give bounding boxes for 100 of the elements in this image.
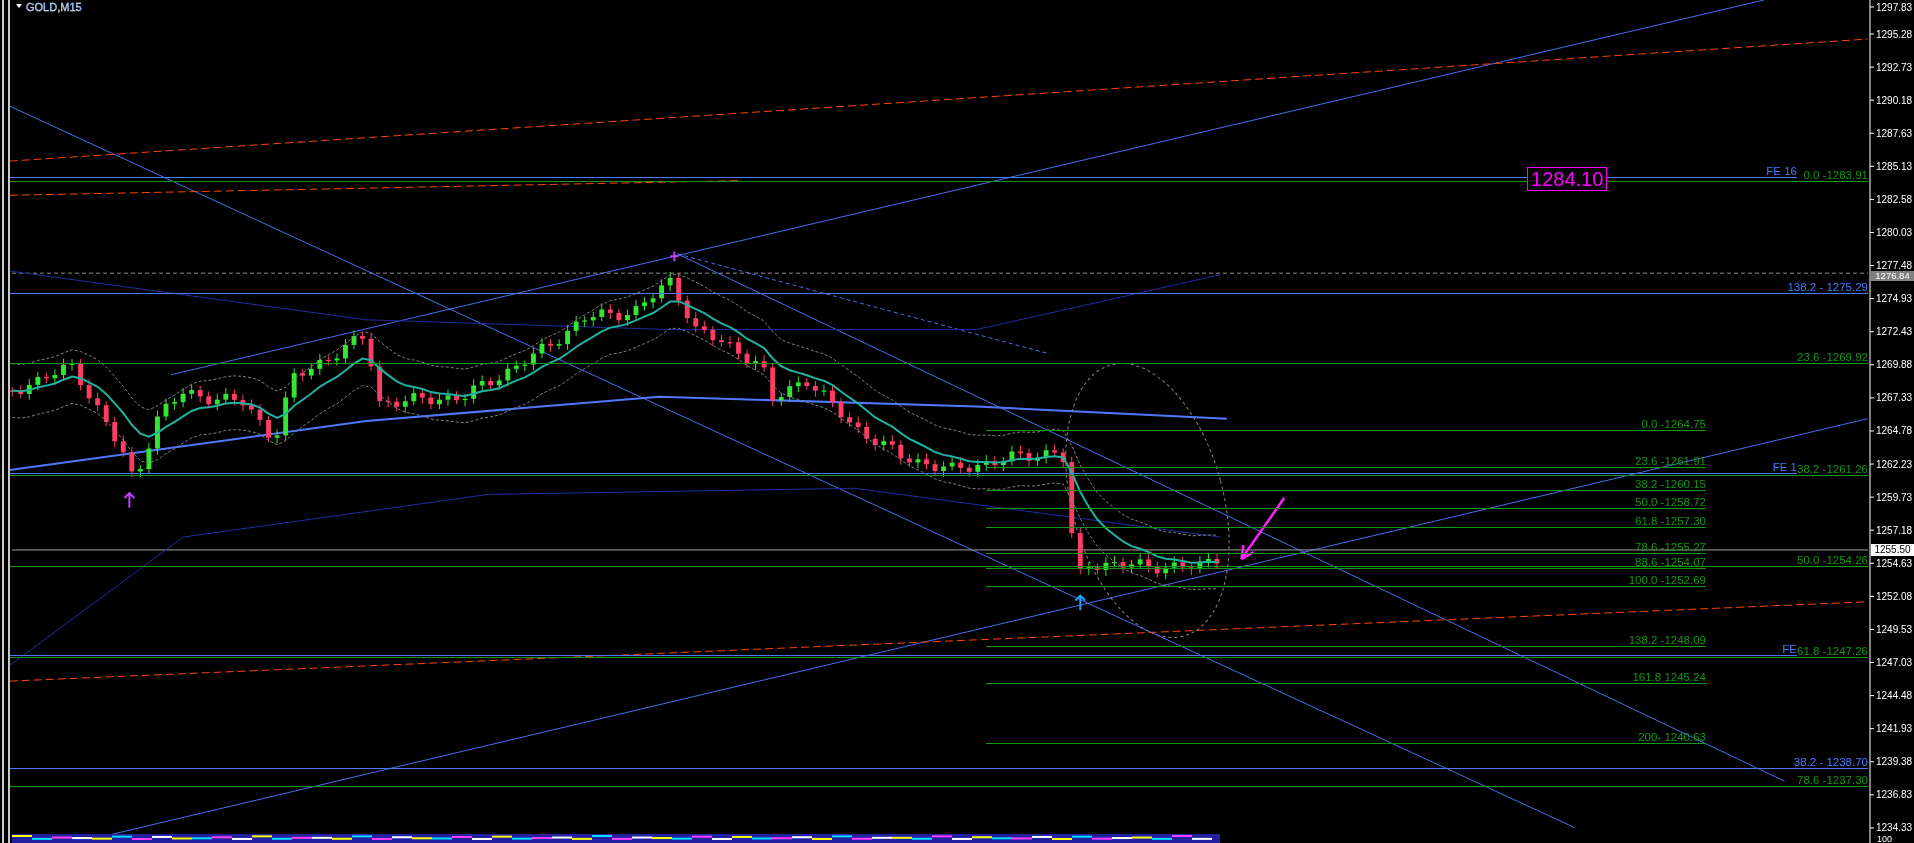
up-arrow-icon bbox=[1074, 594, 1087, 612]
level-label: 0.0 -1264.75 bbox=[1641, 418, 1706, 430]
candlestick bbox=[95, 392, 101, 412]
candlestick bbox=[872, 434, 878, 452]
candlestick bbox=[223, 387, 229, 405]
candlestick bbox=[488, 376, 494, 392]
candlestick bbox=[941, 460, 946, 478]
level-label: 61.8 -1247.26 bbox=[1797, 645, 1868, 657]
arrow-annotation bbox=[1240, 496, 1286, 561]
candlestick bbox=[770, 362, 776, 407]
candlestick bbox=[642, 296, 647, 312]
candlestick bbox=[249, 398, 254, 415]
candlestick bbox=[103, 400, 109, 427]
candlestick bbox=[9, 386, 15, 398]
candlestick bbox=[454, 390, 459, 405]
price-axis-label: 1241.93 bbox=[1876, 723, 1913, 735]
candlestick bbox=[274, 429, 280, 444]
candlestick bbox=[1171, 555, 1177, 574]
candlestick bbox=[1094, 563, 1100, 575]
price-axis-label: 1285.13 bbox=[1876, 160, 1913, 172]
cross-marker-icon bbox=[669, 250, 680, 263]
candlestick bbox=[496, 374, 502, 391]
candlestick bbox=[334, 352, 340, 367]
candlestick bbox=[180, 387, 186, 408]
candlestick bbox=[531, 347, 536, 371]
price-axis-label: 1236.83 bbox=[1876, 789, 1913, 801]
candlestick bbox=[35, 371, 41, 391]
level-label: 138.2 - 1275.29 bbox=[1787, 281, 1868, 293]
candlestick bbox=[744, 349, 750, 369]
candlestick bbox=[69, 358, 75, 372]
candlestick bbox=[300, 368, 306, 383]
candlestick bbox=[206, 391, 212, 409]
price-axis-label: 1264.78 bbox=[1876, 425, 1913, 437]
candlestick bbox=[437, 393, 442, 410]
marker-price-label: 1276.84 bbox=[1871, 271, 1914, 282]
candlestick bbox=[1197, 555, 1203, 574]
candlestick bbox=[257, 403, 263, 427]
candlestick bbox=[1112, 555, 1117, 568]
candlestick bbox=[52, 368, 58, 385]
up-arrow-icon bbox=[123, 491, 136, 509]
candlestick bbox=[778, 392, 784, 407]
candlestick bbox=[855, 415, 861, 434]
price-axis-label: 1269.88 bbox=[1876, 359, 1913, 371]
level-label: 88.6 -1254.07 bbox=[1635, 556, 1706, 568]
price-axis-label: 1295.28 bbox=[1876, 28, 1913, 40]
price-tag: 1284.10 bbox=[1527, 167, 1608, 191]
candlestick bbox=[693, 311, 699, 333]
level-label: 161.8 1245.24 bbox=[1632, 671, 1706, 683]
price-axis-label: 1290.18 bbox=[1876, 94, 1913, 106]
candlestick bbox=[958, 456, 964, 475]
candlestick bbox=[428, 392, 434, 410]
price-axis-label: 1259.73 bbox=[1876, 491, 1913, 503]
candlestick bbox=[599, 302, 605, 322]
candlestick bbox=[1214, 553, 1220, 569]
candlestick bbox=[155, 409, 160, 456]
candlestick bbox=[1018, 445, 1023, 460]
candlestick bbox=[889, 434, 895, 450]
candlestick bbox=[368, 332, 374, 372]
price-axis-label: 1254.63 bbox=[1876, 557, 1913, 569]
candlestick bbox=[189, 383, 195, 400]
candlestick bbox=[710, 325, 716, 347]
candlestick bbox=[343, 338, 348, 365]
candlestick bbox=[1086, 561, 1092, 576]
candlestick bbox=[129, 446, 135, 478]
price-axis-label: 1239.38 bbox=[1876, 756, 1913, 768]
candlestick bbox=[975, 458, 981, 478]
candlestick bbox=[1206, 552, 1211, 568]
candlestick bbox=[539, 337, 545, 359]
candlestick bbox=[146, 442, 152, 475]
candlestick bbox=[1000, 456, 1006, 472]
price-axis-label: 1257.18 bbox=[1876, 524, 1913, 536]
corner-label: 100 bbox=[1877, 834, 1893, 843]
candlestick bbox=[1026, 448, 1032, 467]
candlestick bbox=[351, 329, 357, 350]
candlestick bbox=[727, 335, 733, 349]
level-label: FE bbox=[1782, 643, 1797, 655]
candlestick bbox=[924, 452, 929, 470]
candlestick bbox=[932, 459, 938, 477]
candlestick bbox=[1043, 443, 1049, 465]
candlestick bbox=[291, 367, 297, 403]
candlestick bbox=[795, 376, 801, 393]
candlestick bbox=[898, 439, 904, 466]
candlestick bbox=[1052, 444, 1058, 457]
candlestick bbox=[633, 299, 639, 322]
candlestick bbox=[821, 383, 827, 397]
price-axis-label: 1274.93 bbox=[1876, 293, 1913, 305]
price-axis-label: 1262.23 bbox=[1876, 458, 1913, 470]
candlestick bbox=[582, 315, 588, 328]
price-axis-label: 1292.73 bbox=[1876, 61, 1913, 73]
candlestick bbox=[650, 293, 656, 309]
candlestick bbox=[684, 295, 690, 324]
candlestick bbox=[1163, 562, 1169, 580]
price-axis-label: 1282.58 bbox=[1876, 193, 1913, 205]
candlestick bbox=[1154, 561, 1160, 578]
candlestick bbox=[701, 320, 707, 335]
candlestick bbox=[607, 303, 613, 320]
price-axis-label: 1252.08 bbox=[1876, 590, 1913, 602]
candlestick bbox=[377, 359, 383, 408]
level-label: 100.0 -1252.69 bbox=[1628, 574, 1706, 586]
candlestick bbox=[317, 353, 323, 376]
